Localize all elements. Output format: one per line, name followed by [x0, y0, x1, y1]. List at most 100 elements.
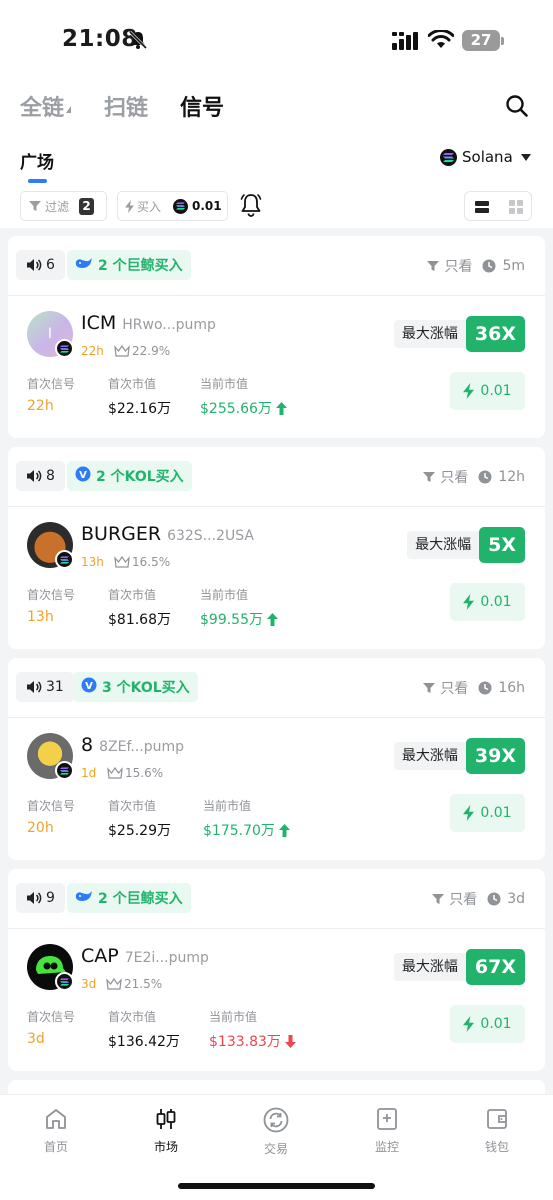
quick-buy-button[interactable]: 0.01 — [450, 1005, 525, 1043]
token-symbol: BURGER — [81, 523, 162, 545]
nav-market[interactable]: 市场 — [136, 1107, 196, 1155]
arrow-up-icon — [278, 823, 290, 837]
first-signal-value: 13h — [27, 609, 54, 625]
clock-icon — [482, 259, 496, 273]
token-address: HRwo...pump — [122, 317, 216, 333]
lightning-icon — [463, 1016, 475, 1032]
lightning-icon — [463, 805, 475, 821]
token-symbol: CAP — [81, 945, 119, 967]
funnel-icon — [423, 472, 436, 482]
tab-scan-chain[interactable]: 扫链 — [104, 90, 148, 122]
alert-bell-icon[interactable] — [239, 192, 263, 222]
card-header: 6 2 个巨鲸买入 只看 5m — [8, 236, 545, 296]
token-name[interactable]: CAP 7E2i...pump — [81, 945, 209, 967]
nav-trade-label: 交易 — [263, 1142, 288, 1156]
clock-icon — [478, 681, 492, 695]
grid-view-icon[interactable] — [509, 199, 523, 218]
token-address: 8ZEf...pump — [99, 739, 184, 755]
first-mcap-label: 首次市值 — [108, 1010, 157, 1024]
mention-count[interactable]: 8 — [16, 461, 65, 491]
bell-off-icon — [128, 30, 148, 54]
mention-count[interactable]: 31 — [16, 672, 74, 702]
mention-count[interactable]: 6 — [16, 250, 65, 280]
signal-card[interactable]: 9 2 个巨鲸买入 只看 3d CAP 7E2i...pump 3d 21.5% 首次信号 首次市… — [8, 869, 545, 1071]
buyer-tag[interactable]: 2 个巨鲸买入 — [67, 250, 191, 280]
buyer-tag[interactable]: 2 个巨鲸买入 — [67, 883, 191, 913]
token-symbol: 8 — [81, 734, 94, 756]
signal-card[interactable]: 8 V 2 个KOL买入 只看 12h BURGER 632S...2USA 13h 16.5%… — [8, 447, 545, 649]
monitor-icon — [375, 1108, 399, 1134]
clock-icon — [478, 470, 492, 484]
time-ago: 5m — [502, 258, 525, 274]
current-mcap: $99.55万 — [200, 609, 278, 629]
top-holder: 16.5% — [114, 555, 170, 569]
tab-signal[interactable]: 信号 — [180, 90, 224, 122]
quick-buy-button[interactable]: 0.01 — [450, 372, 525, 410]
quick-buy-button[interactable]: 买入 0.01 — [117, 191, 228, 221]
buyer-tag-label: 2 个巨鲸买入 — [98, 891, 183, 907]
funnel-icon — [423, 683, 436, 693]
token-age: 3d — [81, 977, 97, 991]
lightning-icon — [463, 594, 475, 610]
only-watch-label: 只看 — [444, 259, 473, 275]
cell-signal-icon — [392, 32, 420, 54]
quick-buy-button[interactable]: 0.01 — [450, 794, 525, 832]
time-ago: 16h — [498, 680, 525, 696]
token-name[interactable]: 8 8ZEf...pump — [81, 734, 184, 756]
list-view-icon[interactable] — [475, 199, 489, 218]
token-address: 7E2i...pump — [124, 950, 209, 966]
crown-icon — [114, 345, 130, 357]
token-name[interactable]: BURGER 632S...2USA — [81, 523, 254, 545]
swap-icon — [263, 1107, 289, 1136]
kol-icon: V — [81, 677, 97, 697]
nav-monitor[interactable]: 监控 — [357, 1107, 417, 1155]
mention-count[interactable]: 9 — [16, 883, 65, 913]
first-signal-label: 首次信号 — [27, 1010, 76, 1024]
caret-icon — [66, 106, 71, 113]
only-watch[interactable]: 只看 12h — [423, 467, 525, 487]
filter-label: 过滤 — [45, 199, 70, 214]
current-mcap: $175.70万 — [203, 820, 290, 840]
only-watch[interactable]: 只看 5m — [427, 256, 525, 276]
top-holder-pct: 16.5% — [132, 555, 171, 569]
max-gain: 最大涨幅 67X — [393, 949, 525, 985]
crown-icon — [106, 978, 122, 990]
first-mcap-value: $25.29万 — [108, 823, 171, 839]
card-header: 8 V 2 个KOL买入 只看 12h — [8, 447, 545, 507]
quick-buy-amount: 0.01 — [480, 805, 512, 821]
home-icon — [44, 1109, 68, 1134]
search-icon[interactable] — [505, 94, 529, 122]
tab-all-chain[interactable]: 全链 — [20, 90, 64, 122]
view-toggle[interactable] — [464, 191, 532, 221]
max-gain-label: 最大涨幅 — [393, 320, 466, 348]
solana-icon — [173, 198, 189, 214]
only-watch[interactable]: 只看 16h — [423, 678, 525, 698]
first-mcap-value: $22.16万 — [108, 401, 171, 417]
quick-buy-button[interactable]: 0.01 — [450, 583, 525, 621]
wifi-icon — [427, 29, 455, 54]
nav-home[interactable]: 首页 — [26, 1107, 86, 1155]
chain-selector[interactable]: Solana — [440, 148, 531, 166]
first-signal-label: 首次信号 — [27, 588, 76, 602]
quick-buy-amount: 0.01 — [480, 1016, 512, 1032]
token-name[interactable]: ICM HRwo...pump — [81, 312, 216, 334]
whale-icon — [75, 889, 93, 907]
avatar-letter: I — [47, 326, 53, 342]
top-holder: 21.5% — [106, 977, 162, 991]
signal-card[interactable]: 6 2 个巨鲸买入 只看 5m I ICM HRwo...pump 22h 22.9% 首次信号 首… — [8, 236, 545, 438]
filter-button[interactable]: 过滤 2 — [20, 191, 107, 221]
nav-wallet[interactable]: 钱包 — [467, 1107, 527, 1155]
tab-plaza[interactable]: 广场 — [20, 148, 54, 173]
top-holder-pct: 21.5% — [124, 977, 163, 991]
nav-trade[interactable]: 交易 — [246, 1107, 306, 1157]
signal-card[interactable]: 31 V 3 个KOL买入 只看 16h 8 8ZEf...pump 1d 15.6% 首次信号 首… — [8, 658, 545, 860]
buy-amount: 0.01 — [192, 199, 222, 213]
current-mcap-label: 当前市值 — [209, 1010, 258, 1024]
buyer-tag[interactable]: V 3 个KOL买入 — [73, 672, 198, 702]
filter-count-badge: 2 — [79, 197, 95, 215]
only-watch[interactable]: 只看 3d — [432, 889, 525, 909]
card-header: 9 2 个巨鲸买入 只看 3d — [8, 869, 545, 929]
buyer-tag[interactable]: V 2 个KOL买入 — [67, 461, 192, 491]
first-mcap-label: 首次市值 — [108, 799, 157, 813]
arrow-up-icon — [275, 401, 287, 415]
